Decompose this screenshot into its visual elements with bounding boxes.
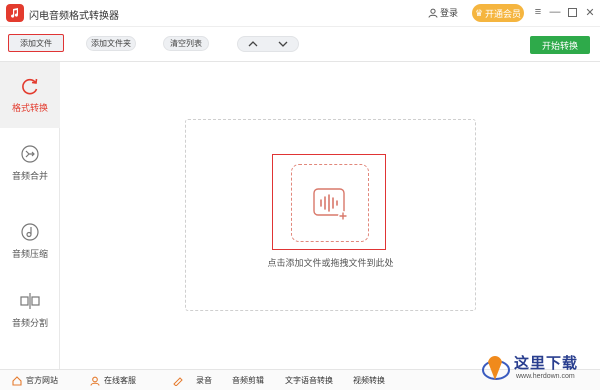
sidebar-item-format-convert[interactable]: 格式转换	[0, 62, 60, 128]
online-support-label: 在线客服	[104, 376, 136, 385]
clear-list-button[interactable]: 清空列表	[163, 36, 209, 51]
sidebar-item-audio-compress[interactable]: 音频压缩	[0, 208, 60, 274]
audio-edit-link[interactable]: 音频剪辑	[232, 375, 264, 386]
add-audio-icon[interactable]	[312, 185, 348, 221]
compress-icon	[21, 223, 39, 241]
text-speech-label: 文字语音转换	[285, 376, 333, 385]
official-site-label: 官方网站	[26, 376, 58, 385]
title-bar: 闪电音频格式转换器 登录 ♛ 开通会员 ≡ — ✕	[0, 0, 600, 27]
maximize-icon[interactable]	[565, 5, 579, 19]
watermark-text: 这里下载	[514, 354, 579, 372]
split-icon	[20, 293, 40, 309]
support-icon	[90, 376, 100, 386]
drop-hint-text: 点击添加文件或拖拽文件到此处	[267, 258, 394, 268]
close-icon[interactable]: ✕	[583, 5, 597, 19]
sidebar-item-audio-merge[interactable]: 音频合并	[0, 130, 60, 196]
sidebar-item-label: 格式转换	[11, 103, 48, 113]
sidebar: 格式转换 音频合并 音频压缩 音频分割	[0, 62, 60, 369]
record-link[interactable]: 录音	[172, 375, 212, 386]
sidebar-item-audio-split[interactable]: 音频分割	[0, 277, 60, 343]
official-site-link[interactable]: 官方网站	[12, 375, 58, 386]
reorder-controls	[237, 36, 299, 52]
online-support-link[interactable]: 在线客服	[90, 375, 136, 386]
home-icon	[12, 375, 22, 386]
mic-icon	[173, 376, 183, 386]
add-file-button[interactable]: 添加文件	[8, 34, 64, 52]
start-convert-button[interactable]: 开始转换	[530, 36, 590, 54]
chevron-down-icon	[278, 41, 288, 47]
minimize-icon[interactable]: —	[548, 5, 562, 19]
audio-edit-label: 音频剪辑	[232, 376, 264, 385]
site-watermark: 这里下载 www.herdown.com	[478, 348, 598, 388]
sidebar-item-label: 音频压缩	[11, 249, 48, 259]
menu-icon[interactable]: ≡	[531, 5, 545, 19]
move-down-button[interactable]	[268, 37, 298, 51]
watermark-url: www.herdown.com	[516, 373, 575, 380]
refresh-icon	[22, 78, 38, 95]
move-up-button[interactable]	[238, 37, 268, 51]
chevron-up-icon	[248, 41, 258, 47]
record-label: 录音	[196, 376, 212, 385]
add-folder-button[interactable]: 添加文件夹	[86, 36, 136, 51]
crown-icon: ♛	[474, 7, 484, 18]
login-label: 登录	[440, 8, 459, 18]
user-icon	[428, 8, 438, 18]
video-convert-link[interactable]: 视频转换	[353, 375, 385, 386]
watermark-logo-icon	[482, 356, 510, 380]
toolbar: 添加文件 添加文件夹 清空列表	[0, 27, 600, 62]
login-button[interactable]: 登录	[428, 6, 458, 19]
sidebar-item-label: 音频合并	[11, 171, 48, 181]
app-title: 闪电音频格式转换器	[29, 11, 119, 22]
video-convert-label: 视频转换	[353, 376, 385, 385]
merge-icon	[21, 145, 39, 163]
vip-button[interactable]: ♛ 开通会员	[472, 4, 524, 22]
sidebar-item-label: 音频分割	[11, 318, 48, 328]
text-speech-link[interactable]: 文字语音转换	[285, 375, 333, 386]
app-logo-icon	[6, 4, 24, 22]
vip-label: 开通会员	[485, 8, 522, 19]
